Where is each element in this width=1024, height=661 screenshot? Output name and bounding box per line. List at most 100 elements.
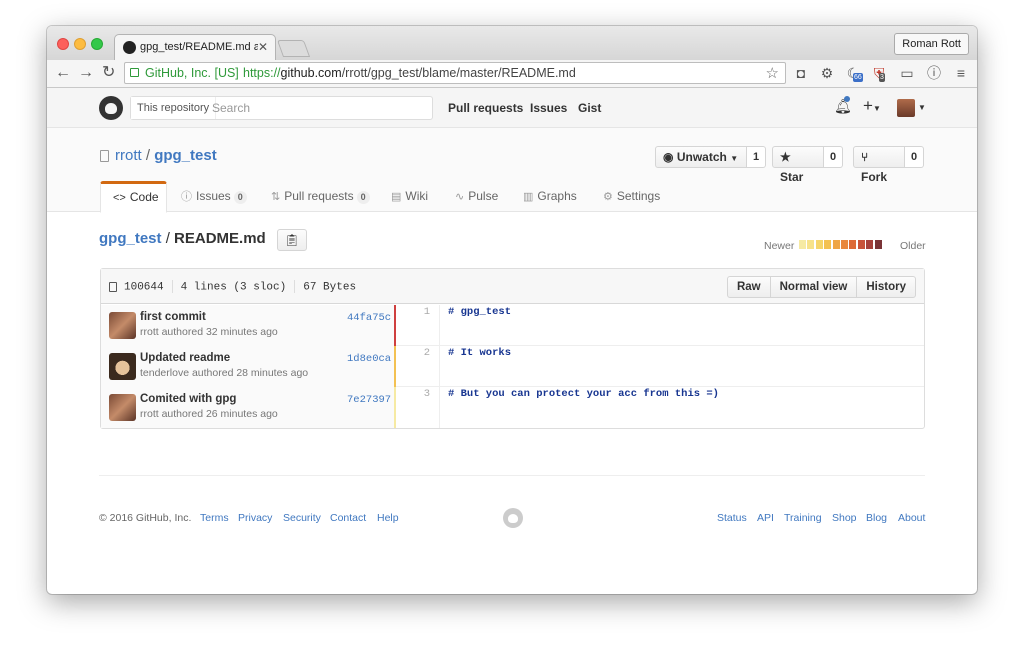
commit-sha-link[interactable]: 1d8e0ca (347, 353, 391, 365)
copy-path-button[interactable]: 📋︎ (277, 229, 307, 251)
gear-icon[interactable]: ⚙ (819, 65, 835, 81)
footer-link-api[interactable]: API (757, 512, 774, 524)
bookmark-star-icon[interactable]: ☆ (766, 64, 779, 82)
star-button[interactable]: ★ Star (772, 146, 824, 184)
blame-file-box: 100644 4 lines (3 sloc) 67 Bytes Raw Norma… (100, 268, 925, 429)
search-input[interactable] (212, 97, 422, 119)
star-label: Star (780, 170, 804, 184)
normal-view-button[interactable]: Normal view (769, 276, 858, 298)
address-bar[interactable]: GitHub, Inc. [US] https://github.com/rro… (124, 62, 786, 84)
tab-settings[interactable]: ⚙ Settings (591, 181, 672, 212)
title-bar: gpg_test/README.md at m ✕ Roman Rott (47, 26, 977, 60)
blame-row: first commit rrott authored 32 minutes a… (101, 305, 924, 346)
line-number[interactable]: 3 (398, 387, 440, 428)
reload-icon[interactable]: ↻ (102, 64, 115, 82)
tab-wiki[interactable]: ▤ Wiki (379, 181, 440, 212)
moon-extension-icon[interactable]: ☾66 (845, 65, 863, 82)
pocket-icon[interactable]: ◘ (793, 65, 809, 81)
tab-close-icon[interactable]: ✕ (258, 40, 268, 54)
stargazers-count[interactable]: 0 (824, 146, 844, 168)
heat-swatch (874, 240, 882, 249)
file-mode: 100644 (124, 281, 164, 294)
footer-divider (99, 475, 925, 476)
heat-swatch (857, 240, 865, 249)
minimize-window-button[interactable] (74, 38, 86, 50)
commit-message-link[interactable]: first commit (140, 311, 206, 323)
close-window-button[interactable] (57, 38, 69, 50)
footer-link-security[interactable]: Security (283, 512, 321, 524)
back-arrow-icon[interactable]: ← (55, 64, 71, 82)
repo-name-link[interactable]: gpg_test (154, 147, 217, 164)
github-mark-icon[interactable] (503, 508, 523, 528)
url-text[interactable]: https://github.com/rrott/gpg_test/blame/… (243, 66, 576, 80)
github-logo-icon[interactable] (99, 96, 123, 120)
forward-arrow-icon[interactable]: → (78, 64, 94, 82)
line-number[interactable]: 1 (398, 305, 440, 346)
nav-gist[interactable]: Gist (578, 101, 601, 115)
user-avatar[interactable] (897, 99, 915, 117)
commit-sha-link[interactable]: 7e27397 (347, 394, 391, 406)
heat-swatch (841, 240, 848, 249)
footer-link-terms[interactable]: Terms (200, 512, 229, 524)
footer-link-training[interactable]: Training (784, 512, 822, 524)
code-line: # But you can protect your acc from this… (448, 388, 719, 400)
tab-issues[interactable]: ⓘ Issues 0 (169, 181, 259, 212)
repository-header: rrott / gpg_test ◉ Unwatch ▼ 1 ★ Star 0 … (47, 128, 977, 213)
footer-link-about[interactable]: About (898, 512, 925, 524)
forks-count[interactable]: 0 (905, 146, 925, 168)
info-icon[interactable]: ⓘ (926, 65, 942, 81)
breadcrumb-repo-link[interactable]: gpg_test (99, 230, 162, 247)
avatar[interactable] (109, 312, 136, 339)
browser-tab-active[interactable]: gpg_test/README.md at m ✕ (114, 34, 276, 60)
history-button[interactable]: History (856, 276, 916, 298)
file-actions: Raw Normal view History (726, 276, 916, 298)
raw-button[interactable]: Raw (726, 276, 771, 298)
tab-pull-requests[interactable]: ⇅ Pull requests 0 (259, 181, 382, 212)
commit-meta: rrott authored 26 minutes ago (140, 408, 278, 420)
issues-counter: 0 (233, 191, 247, 204)
tab-code[interactable]: <> Code (100, 181, 167, 213)
nav-issues[interactable]: Issues (530, 101, 567, 115)
heat-swatch (799, 240, 806, 249)
commit-sha-link[interactable]: 44fa75c (347, 312, 391, 324)
chevron-down-icon[interactable]: ▼ (918, 103, 926, 112)
ssl-organization: GitHub, Inc. [US] (145, 66, 239, 80)
chevron-down-icon: ▼ (872, 104, 881, 113)
maximize-window-button[interactable] (91, 38, 103, 50)
repo-icon (100, 150, 109, 162)
footer-link-shop[interactable]: Shop (832, 512, 857, 524)
issue-icon: ⓘ (181, 191, 192, 203)
browser-window: gpg_test/README.md at m ✕ Roman Rott ← →… (47, 26, 977, 594)
tab-graphs[interactable]: ▥ Graphs (511, 181, 589, 212)
search-box[interactable]: This repository (130, 96, 433, 120)
line-number[interactable]: 2 (398, 346, 440, 387)
tab-title: gpg_test/README.md at m (140, 41, 258, 53)
menu-icon[interactable]: ≡ (953, 65, 969, 81)
footer-link-privacy[interactable]: Privacy (238, 512, 272, 524)
avatar[interactable] (109, 394, 136, 421)
create-new-icon[interactable]: +▼ (863, 97, 881, 118)
extension-badge-count: 66 (853, 73, 863, 82)
code-icon: <> (113, 192, 126, 204)
fork-button[interactable]: ⑂ Fork (853, 146, 905, 184)
footer-link-help[interactable]: Help (377, 512, 399, 524)
blame-commit-info: first commit rrott authored 32 minutes a… (101, 305, 396, 346)
cast-icon[interactable]: ▭ (899, 65, 915, 81)
repo-owner-link[interactable]: rrott (115, 147, 142, 164)
avatar[interactable] (109, 353, 136, 380)
profile-button[interactable]: Roman Rott (894, 33, 969, 55)
commit-message-link[interactable]: Updated readme (140, 352, 230, 364)
watchers-count[interactable]: 1 (747, 146, 767, 168)
fork-icon: ⑂ (861, 150, 869, 164)
footer-link-contact[interactable]: Contact (330, 512, 366, 524)
new-tab-button[interactable] (276, 40, 311, 57)
tab-pulse[interactable]: ∿ Pulse (443, 181, 510, 212)
commit-message-link[interactable]: Comited with gpg (140, 393, 236, 405)
unwatch-button[interactable]: ◉ Unwatch ▼ (655, 146, 747, 168)
ublock-icon[interactable]: ⛨3 (871, 65, 887, 82)
footer-link-status[interactable]: Status (717, 512, 747, 524)
file-size: 67 Bytes (303, 281, 357, 294)
heat-swatch (849, 240, 857, 249)
footer-link-blog[interactable]: Blog (866, 512, 887, 524)
nav-pull-requests[interactable]: Pull requests (448, 101, 523, 115)
